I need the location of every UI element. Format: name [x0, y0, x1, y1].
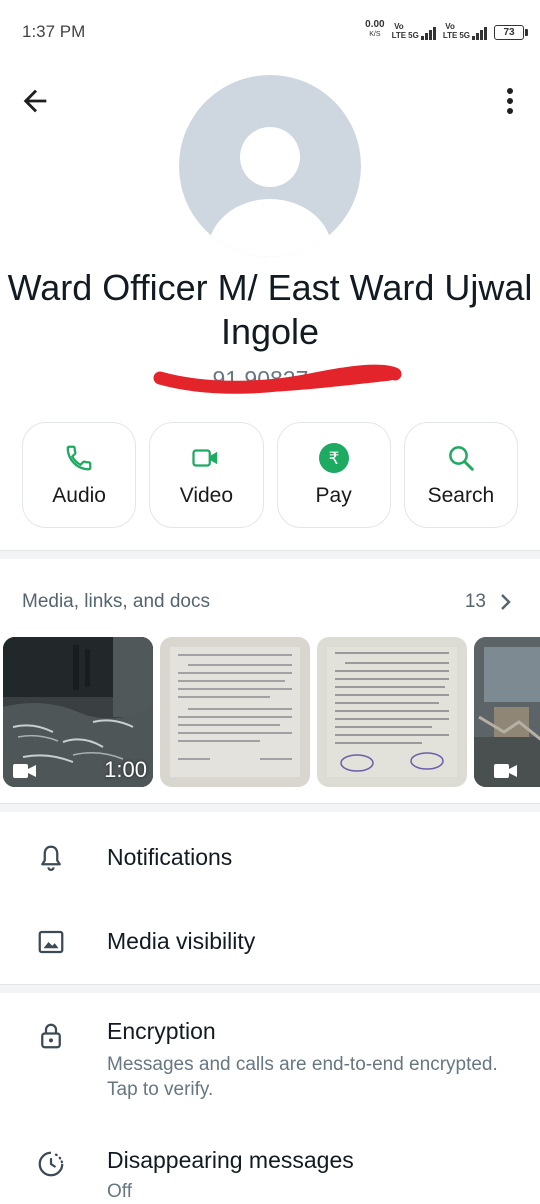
search-label: Search: [427, 484, 495, 507]
media-thumbnail-document[interactable]: [160, 637, 310, 787]
section-divider: [0, 803, 540, 812]
notifications-row[interactable]: Notifications: [0, 843, 540, 873]
disappearing-messages-row[interactable]: Disappearing messages Off: [0, 1146, 540, 1202]
contact-actions: Audio Video ₹ Pay Search: [22, 422, 518, 528]
rupee-icon: ₹: [318, 442, 350, 474]
media-visibility-row[interactable]: Media visibility: [0, 927, 540, 957]
media-thumbnail-document[interactable]: [317, 637, 467, 787]
phone-icon: [63, 442, 95, 474]
status-time: 1:37 PM: [22, 22, 86, 41]
redaction-scribble: [153, 364, 402, 394]
status-bar: 1:37 PM 0.00 K/S Vo LTE 5G Vo LTE 5G 73: [0, 0, 540, 66]
contact-name: Ward Officer M/ East Ward Ujwal Ingole: [7, 267, 533, 352]
notifications-label: Notifications: [107, 844, 233, 870]
section-divider: [0, 984, 540, 993]
document-page-image: [170, 647, 300, 777]
sim2-volte-top: Vo: [445, 22, 455, 31]
image-icon: [38, 930, 64, 954]
encryption-subtitle: Messages and calls are end-to-end encryp…: [107, 1054, 498, 1100]
status-icons: 0.00 K/S Vo LTE 5G Vo LTE 5G 73: [365, 20, 528, 40]
media-thumbnail-video[interactable]: 1:00: [3, 637, 153, 787]
media-links-docs-header[interactable]: Media, links, and docs 13: [22, 590, 512, 614]
pay-button[interactable]: ₹ Pay: [276, 422, 391, 528]
audio-label: Audio: [52, 484, 106, 507]
video-camera-icon: [190, 442, 222, 474]
media-visibility-label: Media visibility: [107, 928, 256, 954]
signal-bars-icon: [420, 26, 436, 40]
encryption-title: Encryption: [107, 1018, 216, 1044]
avatar[interactable]: [179, 75, 361, 257]
sim1-signal: Vo LTE 5G: [392, 22, 436, 40]
sim1-volte-bottom: LTE: [391, 31, 407, 40]
video-icon: [494, 764, 517, 778]
more-vert-icon: [507, 88, 513, 114]
sim2-signal: Vo LTE 5G: [443, 22, 487, 40]
video-duration: 1:00: [104, 757, 147, 782]
lock-icon: [41, 1023, 61, 1049]
sim2-volte-bottom: LTE: [442, 31, 458, 40]
signal-bars-icon: [472, 26, 487, 40]
bell-icon: [41, 845, 61, 871]
disappearing-timer-icon: [38, 1151, 64, 1177]
video-label: Video: [179, 484, 234, 507]
disappearing-messages-title: Disappearing messages: [107, 1147, 354, 1173]
sim1-volte-top: Vo: [394, 22, 404, 31]
search-icon: [445, 442, 477, 474]
network-speed-value: 0.00: [365, 19, 385, 30]
media-title: Media, links, and docs: [22, 591, 210, 612]
battery-level: 73: [503, 27, 515, 38]
audio-call-button[interactable]: Audio: [22, 422, 137, 528]
chevron-right-icon: [501, 594, 511, 610]
network-speed: 0.00 K/S: [365, 20, 384, 40]
section-divider: [0, 550, 540, 559]
encryption-row[interactable]: Encryption Messages and calls are end-to…: [0, 1017, 540, 1107]
document-page-image: [327, 647, 457, 777]
arrow-back-icon: [23, 89, 47, 113]
battery-icon: 73: [494, 25, 528, 40]
search-button[interactable]: Search: [403, 422, 518, 528]
default-person-icon: [208, 127, 332, 257]
back-button[interactable]: [18, 84, 52, 118]
sim2-gen: 5G: [459, 31, 470, 40]
network-speed-unit: K/S: [369, 31, 381, 38]
video-call-button[interactable]: Video: [149, 422, 264, 528]
pay-label: Pay: [315, 484, 352, 507]
video-icon: [13, 764, 36, 778]
sim1-gen: 5G: [408, 31, 419, 40]
svg-text:₹: ₹: [328, 449, 339, 469]
media-thumbnail-video[interactable]: [474, 637, 540, 787]
media-thumbnails: 1:00: [0, 637, 540, 787]
media-count: 13: [464, 591, 486, 612]
disappearing-messages-subtitle: Off: [107, 1181, 132, 1202]
more-options-button[interactable]: [498, 84, 522, 118]
